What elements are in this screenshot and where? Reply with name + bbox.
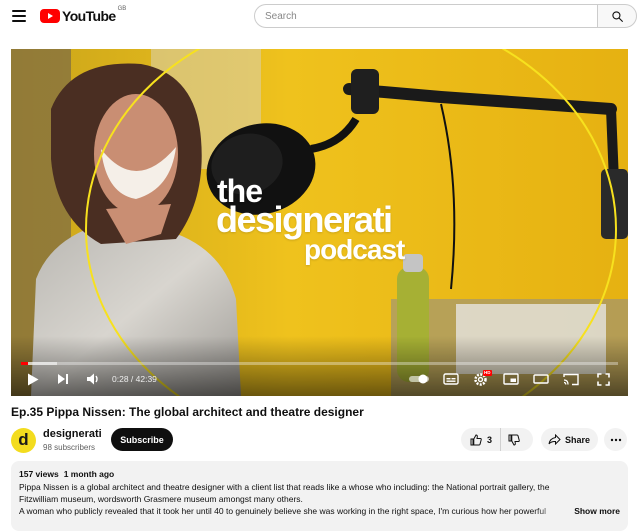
progress-bar[interactable] — [21, 362, 618, 365]
cast-icon — [563, 373, 579, 385]
video-player[interactable]: the designerati podcast 0:28 / 42:39 HD — [11, 49, 628, 396]
miniplayer-button[interactable] — [502, 371, 520, 387]
settings-button[interactable]: HD — [472, 370, 492, 387]
search-button[interactable] — [597, 4, 637, 28]
subtitles-icon — [443, 373, 459, 385]
play-button[interactable] — [25, 371, 41, 387]
volume-button[interactable] — [85, 371, 101, 387]
description-last-line: A woman who publicly revealed that it to… — [19, 505, 620, 517]
upload-age: 1 month ago — [63, 469, 115, 479]
channel-avatar[interactable]: d — [11, 428, 36, 453]
miniplayer-icon — [503, 373, 519, 385]
more-actions-button[interactable] — [604, 428, 627, 451]
search-icon — [611, 10, 623, 22]
hd-badge: HD — [483, 370, 492, 376]
description-box[interactable]: 157 views 1 month ago Pippa Nissen is a g… — [11, 461, 628, 531]
avatar-letter: d — [18, 430, 29, 449]
fullscreen-button[interactable] — [594, 371, 612, 387]
more-horizontal-icon — [610, 438, 621, 441]
next-button[interactable] — [55, 371, 71, 387]
share-icon — [548, 434, 561, 445]
video-title: Ep.35 Pippa Nissen: The global architect… — [11, 405, 364, 419]
thumbs-down-icon — [508, 434, 520, 446]
autoplay-toggle-icon — [409, 374, 429, 384]
controls-gradient — [11, 336, 628, 396]
fullscreen-icon — [596, 372, 610, 386]
share-button[interactable]: Share — [541, 428, 598, 451]
play-icon — [28, 373, 39, 385]
description-line: A woman who publicly revealed that it to… — [19, 506, 547, 516]
logo-text: YouTube — [62, 8, 116, 24]
like-count: 3 — [487, 434, 493, 445]
next-icon — [58, 374, 68, 384]
volume-icon — [87, 373, 98, 385]
menu-icon[interactable] — [12, 10, 26, 22]
dislike-button[interactable] — [501, 428, 520, 451]
time-display: 0:28 / 42:39 — [112, 374, 157, 384]
description-line: Pippa Nissen is a global architect and t… — [19, 482, 550, 492]
show-more-link[interactable]: Show more — [574, 505, 620, 517]
description-line: Fitzwilliam museum, wordsworth Grasmere … — [19, 494, 303, 504]
youtube-play-icon — [40, 9, 60, 23]
search-input[interactable] — [254, 4, 598, 28]
region-code: GB — [117, 6, 127, 12]
subscriber-count: 98 subscribers — [43, 443, 96, 452]
youtube-logo[interactable]: YouTube GB — [40, 6, 127, 25]
subscribe-button[interactable]: Subscribe — [111, 428, 173, 451]
like-dislike-group: 3 — [461, 428, 533, 451]
like-button[interactable]: 3 — [461, 428, 502, 451]
share-label: Share — [565, 434, 591, 445]
played-bar — [21, 362, 28, 365]
video-stats: 157 views 1 month ago — [19, 468, 620, 480]
theater-icon — [533, 374, 549, 384]
view-count: 157 views — [19, 469, 59, 479]
thumbs-up-icon — [470, 433, 482, 445]
theater-mode-button[interactable] — [532, 371, 550, 387]
autoplay-toggle[interactable] — [408, 371, 430, 387]
subtitles-button[interactable] — [442, 371, 460, 387]
channel-name[interactable]: designerati — [43, 428, 102, 440]
cast-button[interactable] — [562, 371, 580, 387]
masthead: YouTube GB — [0, 0, 640, 33]
